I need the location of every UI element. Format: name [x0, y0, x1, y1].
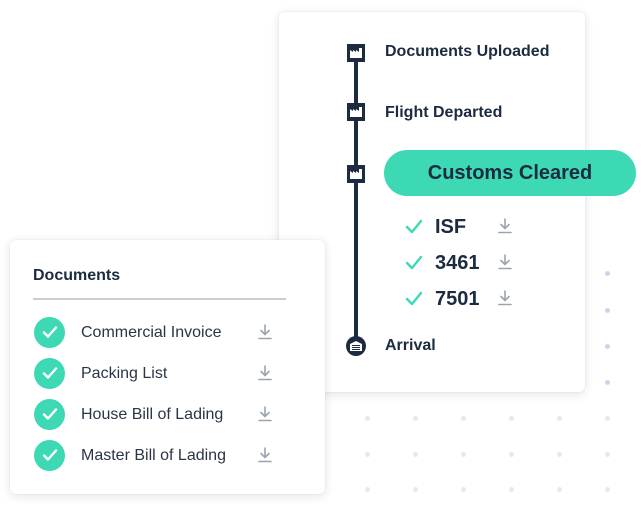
document-name: House Bill of Lading — [81, 406, 224, 423]
download-icon[interactable] — [258, 406, 272, 422]
download-icon[interactable] — [258, 447, 272, 463]
factory-icon — [347, 165, 365, 183]
customs-doc-row: 3461 — [405, 251, 512, 275]
document-name: Commercial Invoice — [81, 324, 222, 341]
divider — [33, 298, 286, 300]
document-name: Packing List — [81, 365, 168, 382]
step-customs-cleared-badge: Customs Cleared — [384, 150, 636, 196]
customs-doc-label: 7501 — [435, 287, 480, 310]
document-row-house-bill-of-lading[interactable]: House Bill of Lading — [34, 399, 294, 431]
step-arrival: Arrival — [385, 337, 436, 354]
checkmark-icon — [405, 255, 423, 270]
download-icon[interactable] — [258, 365, 272, 381]
check-circle-icon — [34, 317, 65, 348]
customs-doc-label: 3461 — [435, 251, 480, 274]
download-icon[interactable] — [498, 290, 512, 306]
checkmark-icon — [405, 291, 423, 306]
checkmark-icon — [405, 219, 423, 234]
factory-icon — [347, 44, 365, 62]
document-row-master-bill-of-lading[interactable]: Master Bill of Lading — [34, 440, 294, 472]
step-flight-departed: Flight Departed — [385, 104, 503, 121]
document-name: Master Bill of Lading — [81, 447, 226, 464]
customs-doc-label: ISF — [435, 215, 467, 238]
customs-doc-row: 7501 — [405, 287, 512, 311]
document-row-commercial-invoice[interactable]: Commercial Invoice — [34, 317, 294, 349]
factory-icon — [347, 103, 365, 121]
step-documents-uploaded: Documents Uploaded — [385, 43, 550, 60]
timeline-track — [354, 54, 358, 354]
documents-title: Documents — [33, 267, 121, 284]
warehouse-icon — [346, 336, 366, 356]
document-row-packing-list[interactable]: Packing List — [34, 358, 294, 390]
check-circle-icon — [34, 358, 65, 389]
customs-doc-row: ISF — [405, 215, 512, 239]
check-circle-icon — [34, 399, 65, 430]
download-icon[interactable] — [498, 254, 512, 270]
check-circle-icon — [34, 440, 65, 471]
documents-card: Documents Commercial Invoice Packing Lis… — [10, 240, 325, 494]
download-icon[interactable] — [498, 218, 512, 234]
download-icon[interactable] — [258, 324, 272, 340]
